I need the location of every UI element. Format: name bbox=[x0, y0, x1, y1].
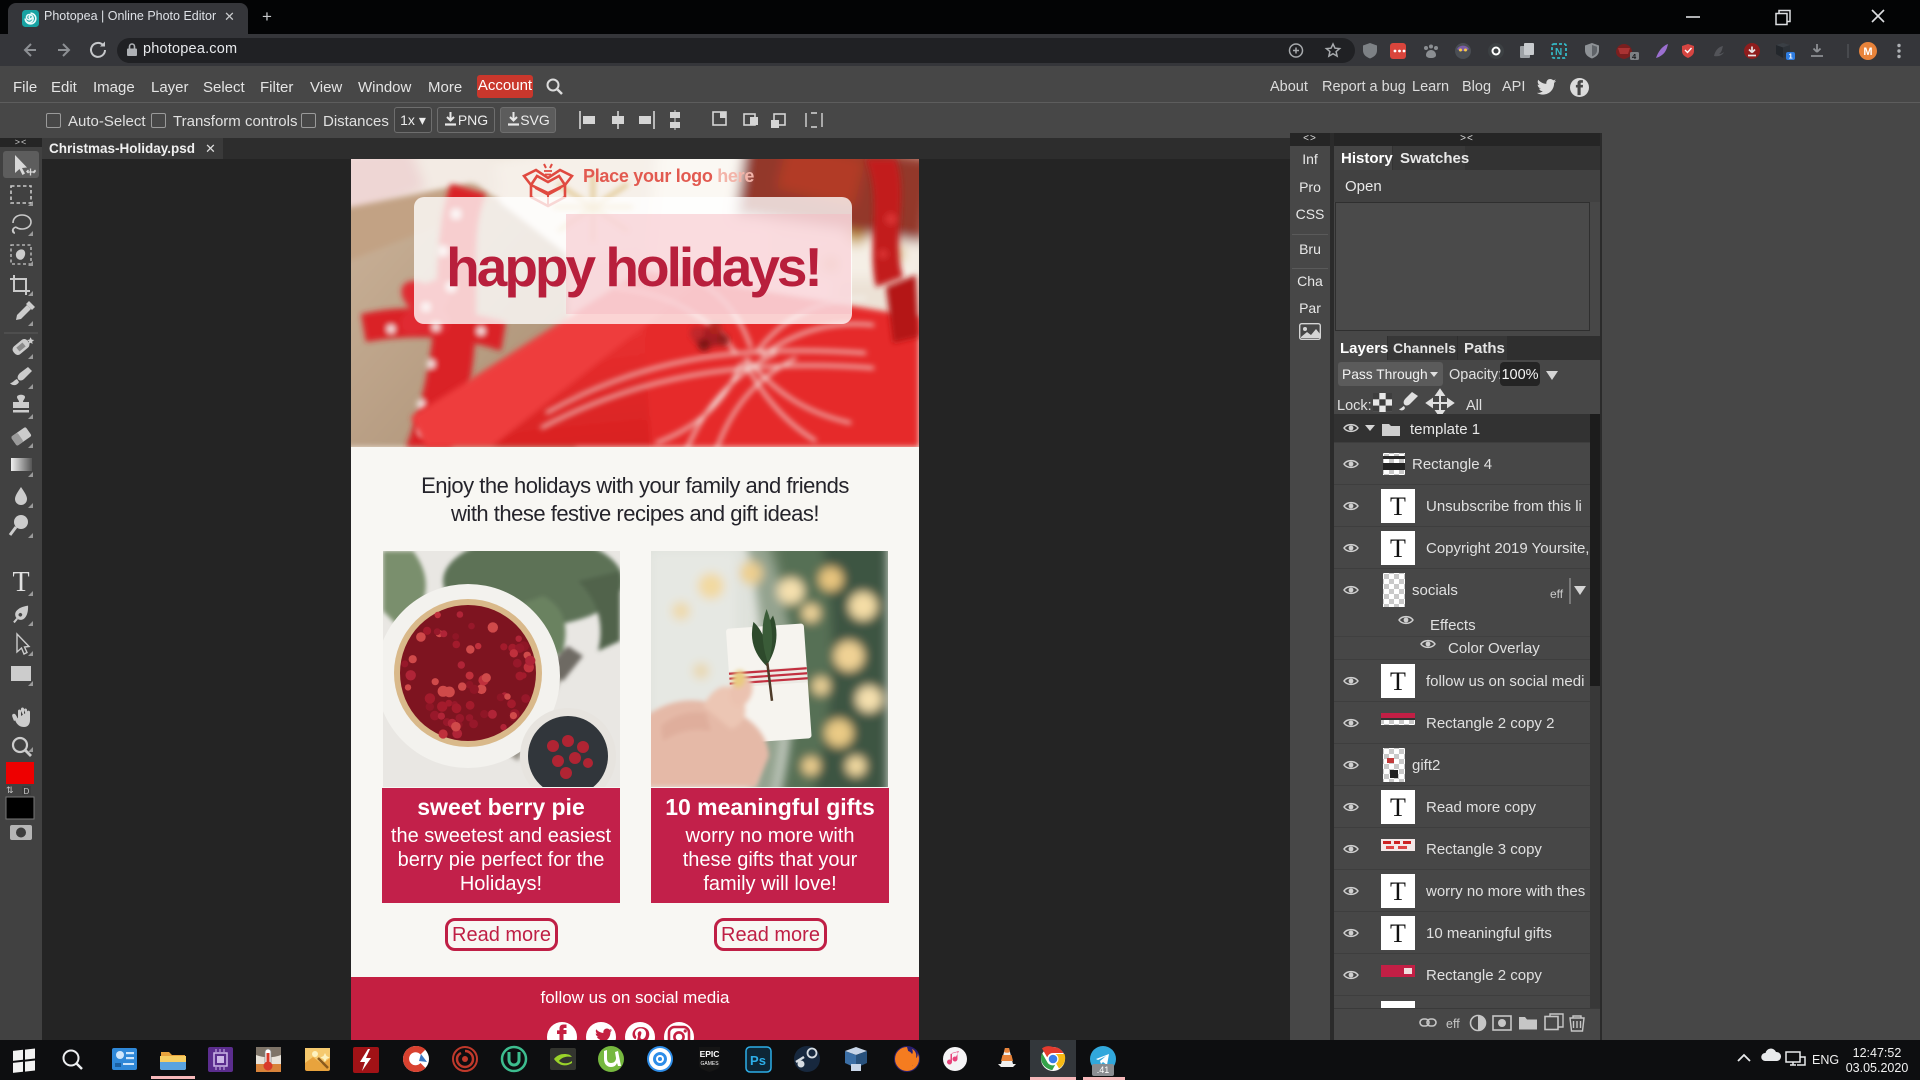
svg-text:template 1: template 1 bbox=[1410, 421, 1480, 438]
svg-text:T: T bbox=[12, 567, 29, 598]
svg-text:eff: eff bbox=[1550, 587, 1564, 601]
svg-text:Paths: Paths bbox=[1464, 340, 1505, 357]
svg-text:gift2: gift2 bbox=[1412, 757, 1440, 774]
svg-text:Unsubscribe from this li: Unsubscribe from this li bbox=[1426, 498, 1582, 515]
svg-text:Read more copy: Read more copy bbox=[1426, 799, 1537, 816]
svg-text:Ps: Ps bbox=[750, 1053, 766, 1068]
svg-text:N: N bbox=[1555, 47, 1562, 58]
svg-text:Effects: Effects bbox=[1430, 617, 1476, 634]
svg-text:100%: 100% bbox=[1501, 367, 1538, 383]
svg-text:M: M bbox=[1863, 46, 1872, 58]
svg-text:worry no more with thes: worry no more with thes bbox=[1425, 883, 1585, 900]
svg-text:.41: .41 bbox=[1097, 1065, 1110, 1075]
svg-text:Pass Through: Pass Through bbox=[1342, 367, 1428, 382]
svg-text:Copyright 2019 Yoursite,: Copyright 2019 Yoursite, bbox=[1426, 540, 1589, 557]
svg-text:Layers: Layers bbox=[1340, 340, 1388, 357]
svg-text:Rectangle 4: Rectangle 4 bbox=[1412, 456, 1492, 473]
svg-text:Channels: Channels bbox=[1393, 340, 1456, 356]
svg-text:Swatches: Swatches bbox=[1400, 150, 1469, 167]
svg-text:Opacity:: Opacity: bbox=[1449, 367, 1502, 383]
svg-text:All: All bbox=[1466, 398, 1482, 414]
svg-text:ENG: ENG bbox=[1812, 1053, 1839, 1067]
svg-text:⇅: ⇅ bbox=[6, 785, 14, 795]
svg-text:10 meaningful gifts: 10 meaningful gifts bbox=[1426, 925, 1552, 942]
svg-text:History: History bbox=[1341, 150, 1393, 167]
svg-text:Place your logo here: Place your logo here bbox=[583, 166, 754, 186]
svg-text:Open: Open bbox=[1345, 178, 1382, 195]
svg-text:EPIC: EPIC bbox=[700, 1049, 720, 1059]
svg-text:03.05.2020: 03.05.2020 bbox=[1846, 1061, 1909, 1075]
svg-text:Rectangle 2 copy: Rectangle 2 copy bbox=[1426, 967, 1542, 984]
svg-text:Color Overlay: Color Overlay bbox=[1448, 640, 1540, 657]
svg-text:happy holidays!: happy holidays! bbox=[446, 236, 820, 298]
svg-text:follow us on social medi: follow us on social medi bbox=[1426, 673, 1584, 690]
svg-text:eff: eff bbox=[1446, 1017, 1460, 1031]
svg-text:D: D bbox=[24, 787, 30, 796]
svg-text:Lock:: Lock: bbox=[1337, 398, 1372, 414]
svg-text:12:47:52: 12:47:52 bbox=[1853, 1046, 1902, 1060]
svg-text:socials: socials bbox=[1412, 582, 1458, 599]
svg-text:Rectangle 2 copy 2: Rectangle 2 copy 2 bbox=[1426, 715, 1554, 732]
svg-text:1: 1 bbox=[1789, 52, 1793, 61]
svg-text:Rectangle 3 copy: Rectangle 3 copy bbox=[1426, 841, 1542, 858]
svg-text:GAMES: GAMES bbox=[700, 1061, 719, 1067]
